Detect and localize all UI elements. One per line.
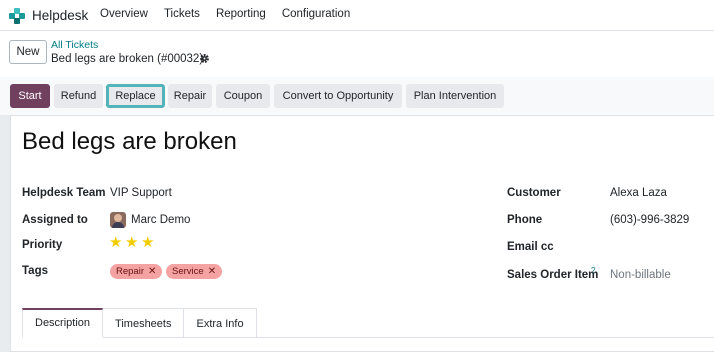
sales-order-item-label: Sales Order Item	[507, 269, 599, 281]
tag-service: Service ✕	[166, 264, 223, 279]
sales-order-item-field[interactable]: Non-billable	[610, 269, 671, 281]
customer-field[interactable]: Alexa Laza	[610, 187, 667, 199]
helpdesk-team-label: Helpdesk Team	[22, 187, 106, 199]
top-navbar: Helpdesk Overview Tickets Reporting Conf…	[0, 0, 714, 31]
assigned-to-label: Assigned to	[22, 214, 88, 226]
nav-item-overview[interactable]: Overview	[100, 8, 148, 20]
notebook-tabs: Description Timesheets Extra Info	[22, 308, 257, 338]
assigned-to-field[interactable]: Marc Demo	[131, 214, 190, 226]
breadcrumb-all-tickets[interactable]: All Tickets	[51, 39, 98, 51]
tab-timesheets[interactable]: Timesheets	[103, 308, 185, 338]
phone-label: Phone	[507, 214, 543, 226]
star-icon[interactable]: ★	[109, 235, 123, 250]
email-cc-label: Email cc	[507, 241, 554, 253]
nav-item-tickets[interactable]: Tickets	[164, 8, 200, 20]
refund-button[interactable]: Refund	[54, 84, 103, 108]
breadcrumb-current: Bed legs are broken (#00032)	[51, 53, 204, 65]
nav-menu: Overview Tickets Reporting Configuration	[100, 8, 366, 20]
remove-tag-icon[interactable]: ✕	[208, 266, 216, 277]
phone-field[interactable]: (603)-996-3829	[610, 214, 689, 226]
nav-item-reporting[interactable]: Reporting	[216, 8, 266, 20]
app-name[interactable]: Helpdesk	[32, 8, 88, 23]
start-button[interactable]: Start	[10, 84, 50, 108]
priority-label: Priority	[22, 239, 63, 251]
tag-label: Service	[172, 266, 204, 277]
star-icon[interactable]: ★	[141, 235, 155, 250]
convert-to-opportunity-button[interactable]: Convert to Opportunity	[274, 84, 402, 108]
help-icon[interactable]: ?	[591, 266, 595, 275]
tab-extra-info[interactable]: Extra Info	[184, 308, 257, 338]
avatar	[110, 212, 126, 228]
customer-label: Customer	[507, 187, 561, 199]
action-bar: Start Refund Replace Repair Coupon Conve…	[0, 77, 714, 115]
ticket-title[interactable]: Bed legs are broken	[22, 128, 237, 156]
tag-repair: Repair ✕	[110, 264, 163, 279]
coupon-button[interactable]: Coupon	[216, 84, 270, 108]
tag-label: Repair	[116, 266, 144, 277]
tags-label: Tags	[22, 265, 48, 277]
remove-tag-icon[interactable]: ✕	[148, 266, 156, 277]
helpdesk-logo-icon[interactable]	[9, 8, 25, 24]
nav-item-configuration[interactable]: Configuration	[282, 8, 350, 20]
plan-intervention-button[interactable]: Plan Intervention	[406, 84, 504, 108]
tab-description[interactable]: Description	[22, 308, 104, 338]
star-icon[interactable]: ★	[125, 235, 139, 250]
gear-icon[interactable]	[199, 53, 210, 64]
new-button[interactable]: New	[9, 40, 47, 64]
repair-button[interactable]: Repair	[168, 84, 212, 108]
replace-button[interactable]: Replace	[106, 84, 165, 108]
control-panel: New All Tickets Bed legs are broken (#00…	[0, 31, 714, 77]
helpdesk-team-field[interactable]: VIP Support	[110, 187, 172, 199]
